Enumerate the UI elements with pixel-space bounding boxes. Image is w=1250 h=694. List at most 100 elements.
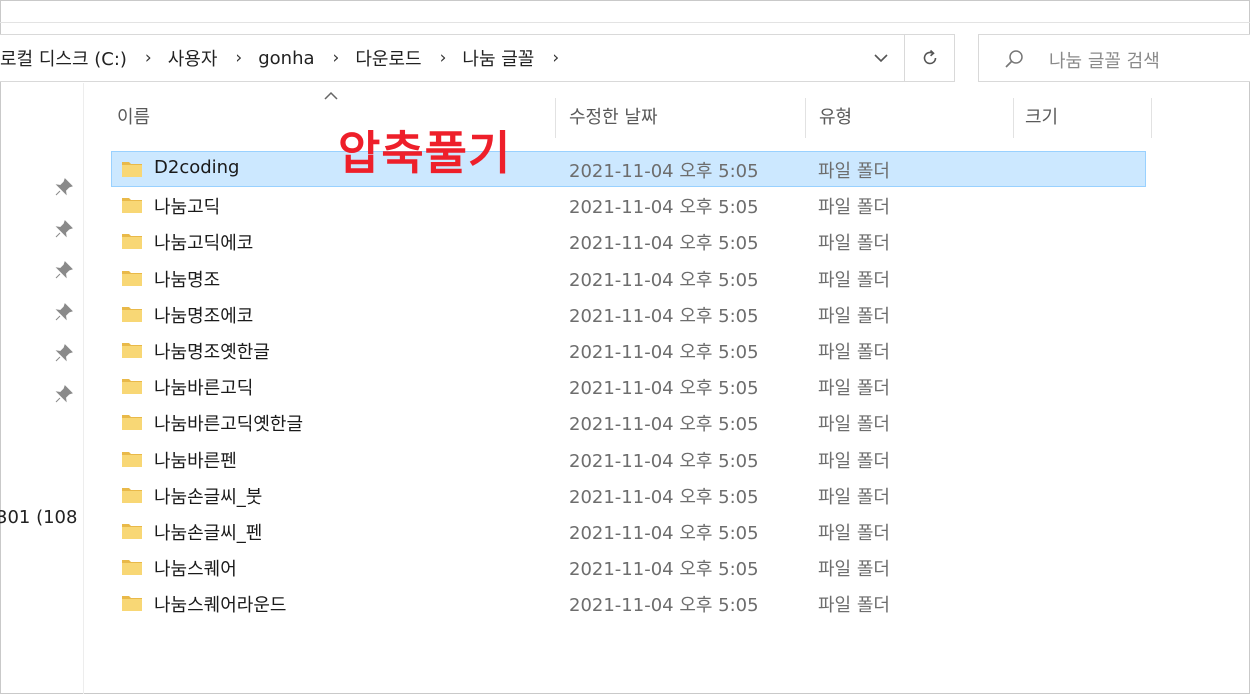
breadcrumb-item-gonha[interactable]: gonha [256, 48, 316, 69]
file-row[interactable]: 나눔손글씨_붓 2021-11-04 오후 5:05 파일 폴더 [111, 477, 1146, 513]
file-type: 파일 폴더 [818, 161, 890, 182]
breadcrumb-item-local-disk[interactable]: 로컬 디스크 (C:) [0, 45, 129, 71]
file-name: 나눔바른고딕 [154, 378, 254, 400]
file-date-modified: 2021-11-04 오후 5:05 [569, 522, 759, 544]
file-row[interactable]: 나눔바른고딕 2021-11-04 오후 5:05 파일 폴더 [111, 368, 1146, 404]
file-name: 나눔스퀘어라운드 [154, 595, 287, 617]
file-row[interactable]: 나눔손글씨_펜 2021-11-04 오후 5:05 파일 폴더 [111, 513, 1146, 549]
address-history-dropdown[interactable] [860, 35, 902, 81]
file-name: 나눔명조 [154, 269, 221, 291]
file-type: 파일 폴더 [818, 341, 890, 363]
file-type: 파일 폴더 [818, 595, 890, 617]
pin-icon[interactable] [54, 302, 74, 322]
navigation-pane: 301 (108 [0, 83, 84, 694]
breadcrumb-separator-icon[interactable]: › [317, 48, 354, 68]
file-row[interactable]: 나눔바른고딕옛한글 2021-11-04 오후 5:05 파일 폴더 [111, 404, 1146, 440]
column-date-modified[interactable]: 수정한 날짜 [569, 96, 658, 140]
breadcrumb-item-users[interactable]: 사용자 [166, 45, 220, 71]
file-row[interactable]: 나눔바른펜 2021-11-04 오후 5:05 파일 폴더 [111, 441, 1146, 477]
file-name: 나눔명조옛한글 [154, 341, 270, 363]
file-row[interactable]: D2coding 2021-11-04 오후 5:05 파일 폴더 [111, 151, 1146, 188]
refresh-button[interactable] [905, 35, 955, 81]
file-row[interactable]: 나눔고딕 2021-11-04 오후 5:05 파일 폴더 [111, 187, 1146, 223]
file-type: 파일 폴더 [818, 559, 890, 581]
file-type: 파일 폴더 [818, 486, 890, 508]
file-name: 나눔고딕에코 [154, 233, 254, 255]
file-type: 파일 폴더 [818, 197, 890, 219]
file-row[interactable]: 나눔스퀘어라운드 2021-11-04 오후 5:05 파일 폴더 [111, 585, 1146, 621]
ribbon-divider [0, 22, 1250, 23]
file-name: 나눔바른고딕옛한글 [154, 414, 304, 436]
file-name: D2coding [154, 157, 240, 178]
breadcrumb-separator-icon[interactable]: › [424, 48, 461, 68]
folder-icon [122, 451, 142, 467]
file-date-modified: 2021-11-04 오후 5:05 [569, 486, 759, 508]
chevron-down-icon [874, 54, 888, 63]
file-date-modified: 2021-11-04 오후 5:05 [569, 414, 759, 436]
file-date-modified: 2021-11-04 오후 5:05 [569, 233, 759, 255]
breadcrumb-separator-icon[interactable]: › [536, 48, 573, 68]
file-row[interactable]: 나눔스퀘어 2021-11-04 오후 5:05 파일 폴더 [111, 549, 1146, 585]
pin-icon[interactable] [54, 177, 74, 197]
folder-icon [122, 234, 142, 250]
breadcrumb-separator-icon[interactable]: › [129, 48, 166, 68]
address-bar[interactable]: 로컬 디스크 (C:) › 사용자 › gonha › 다운로드 › 나눔 글꼴… [0, 34, 955, 82]
file-type: 파일 폴더 [818, 269, 890, 291]
folder-icon [122, 342, 142, 358]
file-row[interactable]: 나눔명조에코 2021-11-04 오후 5:05 파일 폴더 [111, 296, 1146, 332]
file-name: 나눔바른펜 [154, 450, 237, 472]
file-row[interactable]: 나눔명조옛한글 2021-11-04 오후 5:05 파일 폴더 [111, 332, 1146, 368]
column-divider[interactable] [1013, 98, 1014, 138]
folder-icon [122, 415, 142, 431]
file-row[interactable]: 나눔고딕에코 2021-11-04 오후 5:05 파일 폴더 [111, 223, 1146, 259]
file-name: 나눔명조에코 [154, 305, 254, 327]
search-box[interactable]: 나눔 글꼴 검색 [978, 34, 1250, 82]
file-type: 파일 폴더 [818, 522, 890, 544]
file-name: 나눔손글씨_붓 [154, 486, 263, 508]
file-type: 파일 폴더 [818, 305, 890, 327]
file-list: D2coding 2021-11-04 오후 5:05 파일 폴더 나눔고딕 2021-… [111, 151, 1146, 621]
column-name[interactable]: 이름 [117, 96, 150, 140]
file-name: 나눔고딕 [154, 197, 221, 219]
file-type: 파일 폴더 [818, 233, 890, 255]
folder-icon [122, 560, 142, 576]
file-date-modified: 2021-11-04 오후 5:05 [569, 161, 759, 182]
file-date-modified: 2021-11-04 오후 5:05 [569, 341, 759, 363]
column-type[interactable]: 유형 [819, 96, 852, 140]
annotation-label: 압축풀기 [338, 126, 512, 180]
file-date-modified: 2021-11-04 오후 5:05 [569, 559, 759, 581]
file-date-modified: 2021-11-04 오후 5:05 [569, 595, 759, 617]
sort-ascending-icon [324, 91, 338, 100]
folder-icon [122, 198, 142, 214]
folder-icon [122, 270, 142, 286]
pin-icon[interactable] [54, 384, 74, 404]
column-header: 이름 수정한 날짜 유형 크기 [85, 91, 1165, 140]
folder-icon [122, 162, 142, 177]
file-type: 파일 폴더 [818, 414, 890, 436]
column-divider[interactable] [1151, 98, 1152, 138]
file-name: 나눔스퀘어 [154, 559, 237, 581]
folder-icon [122, 306, 142, 322]
search-icon [1005, 50, 1023, 68]
breadcrumb-item-nanum-fonts[interactable]: 나눔 글꼴 [460, 45, 536, 71]
breadcrumb-item-downloads[interactable]: 다운로드 [353, 45, 423, 71]
file-row[interactable]: 나눔명조 2021-11-04 오후 5:05 파일 폴더 [111, 260, 1146, 296]
file-date-modified: 2021-11-04 오후 5:05 [569, 269, 759, 291]
folder-icon [122, 596, 142, 612]
search-input[interactable]: 나눔 글꼴 검색 [1049, 47, 1160, 73]
file-type: 파일 폴더 [818, 450, 890, 472]
pin-icon[interactable] [54, 260, 74, 280]
column-divider[interactable] [805, 98, 806, 138]
nav-item-drive[interactable]: 301 (108 [0, 507, 77, 528]
pin-icon[interactable] [54, 343, 74, 363]
refresh-icon [923, 49, 937, 65]
folder-icon [122, 523, 142, 539]
column-divider[interactable] [555, 98, 556, 138]
column-size[interactable]: 크기 [1025, 96, 1058, 140]
pin-icon[interactable] [54, 219, 74, 239]
breadcrumb-separator-icon[interactable]: › [219, 48, 256, 68]
file-date-modified: 2021-11-04 오후 5:05 [569, 450, 759, 472]
file-name: 나눔손글씨_펜 [154, 522, 263, 544]
file-date-modified: 2021-11-04 오후 5:05 [569, 378, 759, 400]
folder-icon [122, 379, 142, 395]
